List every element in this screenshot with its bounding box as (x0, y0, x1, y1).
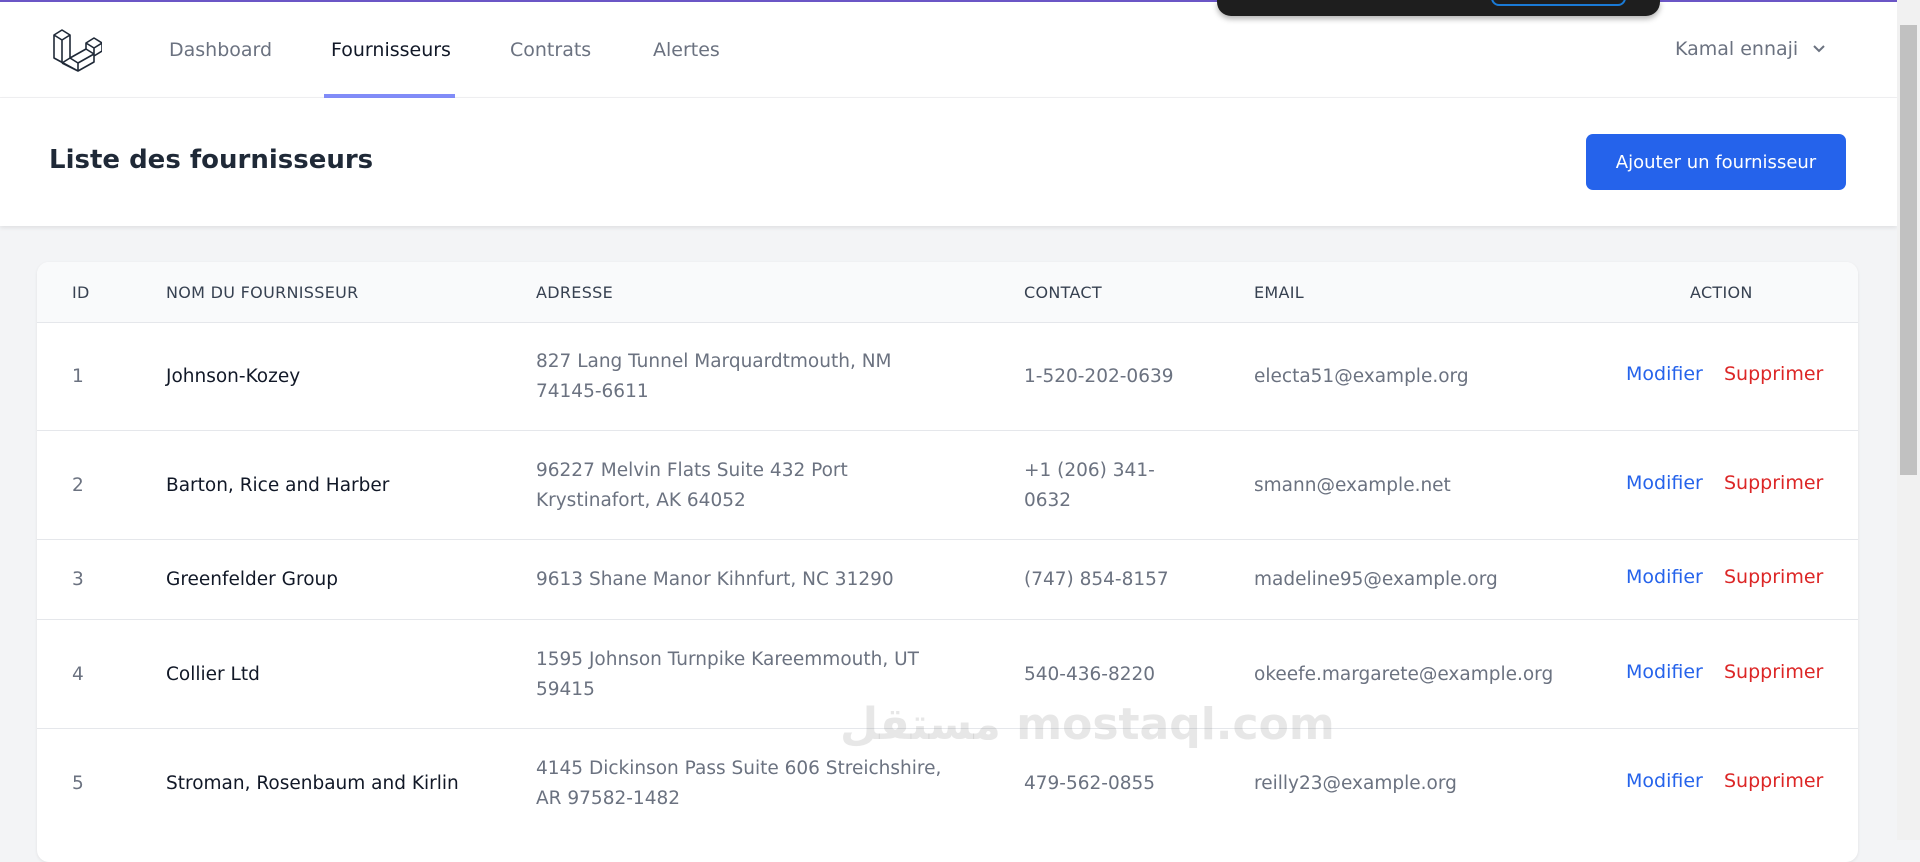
cell-contact: 479-562-0855 (1024, 773, 1156, 794)
suppliers-table: ID NOM DU FOURNISSEUR ADRESSE CONTACT EM… (37, 262, 1858, 862)
top-nav: Dashboard Fournisseurs Contrats Alertes … (0, 2, 1897, 98)
delete-link[interactable]: Supprimer (1724, 661, 1823, 683)
system-overlay-bar (1217, 0, 1660, 16)
delete-link[interactable]: Supprimer (1724, 363, 1823, 385)
col-action: ACTION (1690, 283, 1753, 302)
edit-link[interactable]: Modifier (1626, 363, 1703, 385)
cell-id: 3 (72, 569, 84, 590)
cell-address: 96227 Melvin Flats Suite 432 Port Krysti… (536, 459, 848, 511)
delete-link[interactable]: Supprimer (1724, 566, 1823, 588)
cell-name: Greenfelder Group (166, 569, 338, 590)
cell-id: 2 (72, 474, 84, 496)
table-row: 2 Barton, Rice and Harber 96227 Melvin F… (37, 430, 1858, 539)
cell-name: Collier Ltd (166, 663, 260, 685)
table-header: ID NOM DU FOURNISSEUR ADRESSE CONTACT EM… (37, 262, 1858, 322)
cell-address: 827 Lang Tunnel Marquardtmouth, NM 74145… (536, 351, 892, 402)
laravel-logo-icon[interactable] (52, 25, 102, 75)
cell-name: Barton, Rice and Harber (166, 474, 390, 496)
cell-contact: 1-520-202-0639 (1024, 366, 1174, 387)
mostaql-watermark: مستقل mostaql.com (840, 699, 1335, 750)
cell-email: electa51@example.org (1254, 366, 1469, 387)
delete-link[interactable]: Supprimer (1724, 770, 1823, 792)
nav-dashboard[interactable]: Dashboard (169, 39, 272, 61)
nav-fournisseurs[interactable]: Fournisseurs (331, 39, 451, 61)
cell-email: okeefe.margarete@example.org (1254, 663, 1554, 685)
edit-link[interactable]: Modifier (1626, 566, 1703, 588)
col-id: ID (72, 283, 90, 302)
page-title: Liste des fournisseurs (49, 145, 374, 175)
overlay-button[interactable] (1491, 0, 1626, 6)
cell-contact: +1 (206) 341-0632 (1024, 459, 1155, 511)
cell-email: smann@example.net (1254, 474, 1451, 496)
cell-contact: 540-436-8220 (1024, 663, 1156, 685)
nav-contrats[interactable]: Contrats (510, 39, 591, 61)
nav-alertes[interactable]: Alertes (653, 39, 720, 61)
cell-email: reilly23@example.org (1254, 773, 1457, 794)
edit-link[interactable]: Modifier (1626, 472, 1703, 494)
cell-id: 1 (72, 366, 84, 387)
cell-name: Stroman, Rosenbaum and Kirlin (166, 773, 459, 794)
add-supplier-button[interactable]: Ajouter un fournisseur (1586, 134, 1846, 190)
cell-name: Johnson-Kozey (166, 366, 301, 387)
cell-contact: (747) 854-8157 (1024, 569, 1169, 590)
edit-link[interactable]: Modifier (1626, 770, 1703, 792)
delete-link[interactable]: Supprimer (1724, 472, 1823, 494)
col-name: NOM DU FOURNISSEUR (166, 283, 359, 302)
cell-address: 1595 Johnson Turnpike Kareemmouth, UT 59… (536, 648, 919, 700)
col-contact: CONTACT (1024, 283, 1102, 302)
scrollbar-thumb[interactable] (1900, 25, 1917, 475)
cell-id: 4 (72, 663, 84, 685)
page-header: Liste des fournisseurs Ajouter un fourni… (0, 98, 1897, 226)
edit-link[interactable]: Modifier (1626, 661, 1703, 683)
user-menu[interactable]: Kamal ennaji (1675, 38, 1826, 60)
table-row: 1 Johnson-Kozey 827 Lang Tunnel Marquard… (37, 322, 1858, 430)
col-address: ADRESSE (536, 283, 614, 302)
cell-email: madeline95@example.org (1254, 569, 1498, 590)
col-email: EMAIL (1254, 283, 1304, 302)
chevron-down-icon (1813, 45, 1825, 53)
cell-address: 4145 Dickinson Pass Suite 606 Streichshi… (536, 758, 942, 809)
scrollbar[interactable] (1897, 0, 1920, 840)
table-row: 3 Greenfelder Group 9613 Shane Manor Kih… (37, 539, 1858, 619)
user-name: Kamal ennaji (1675, 38, 1799, 60)
cell-id: 5 (72, 773, 84, 794)
cell-address: 9613 Shane Manor Kihnfurt, NC 31290 (536, 569, 894, 590)
